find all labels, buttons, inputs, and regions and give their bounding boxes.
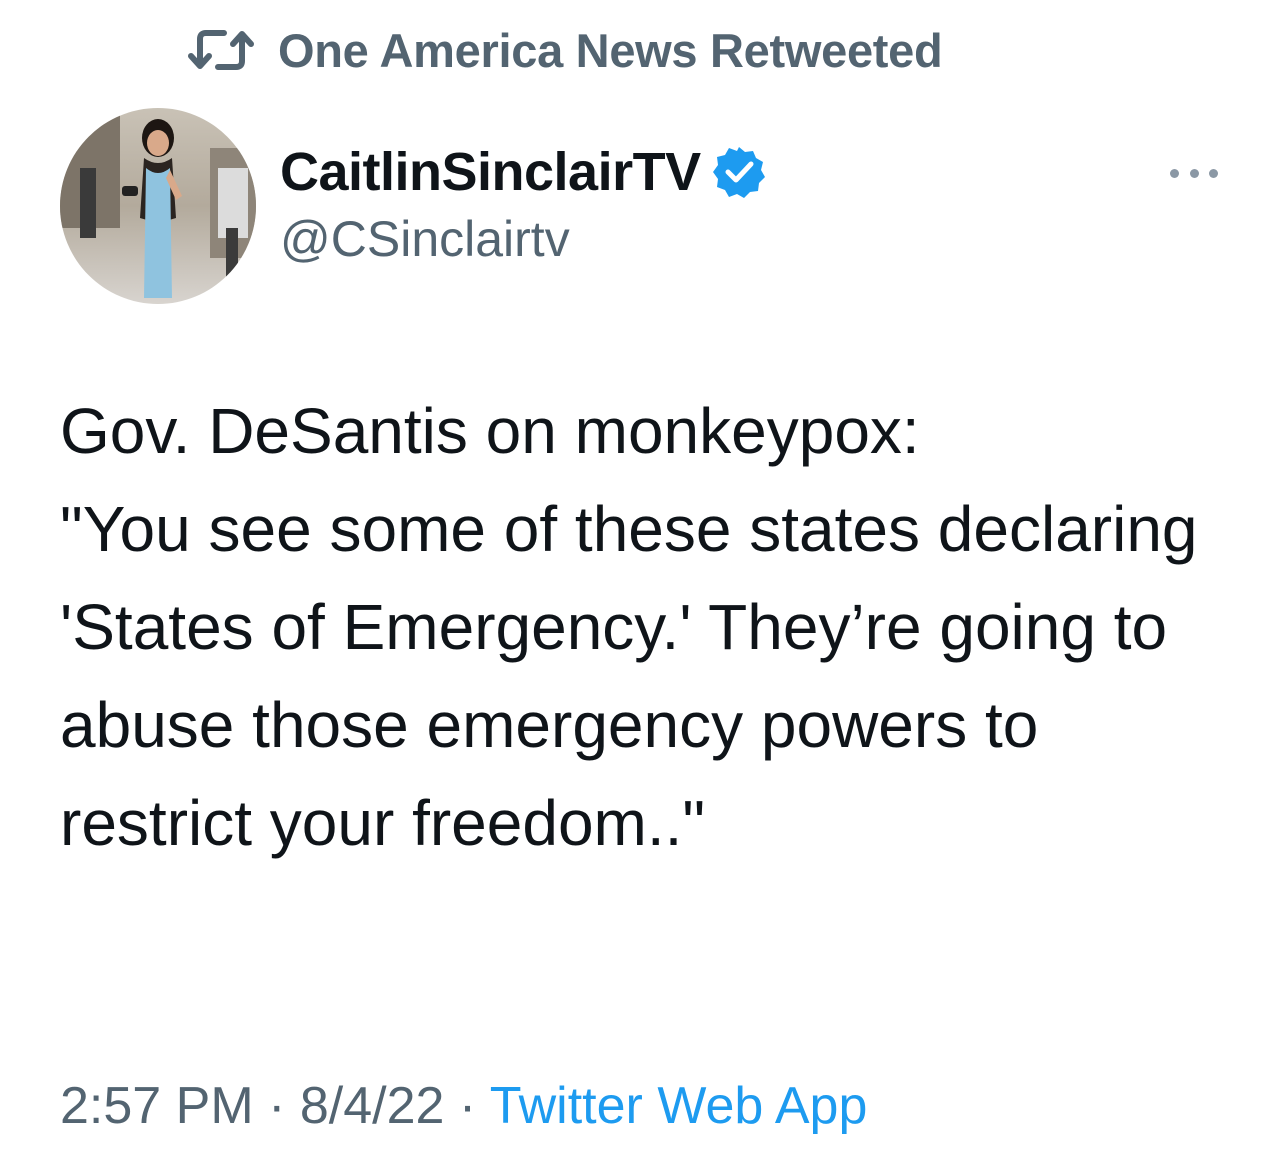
display-name-row: CaitlinSinclairTV <box>280 136 767 208</box>
more-dot <box>1170 168 1179 178</box>
handle[interactable]: @CSinclairtv <box>280 210 767 268</box>
tweet-meta: 2:57 PM · 8/4/22 · Twitter Web App <box>60 1076 867 1136</box>
tweet-source-link[interactable]: Twitter Web App <box>490 1077 868 1135</box>
display-name[interactable]: CaitlinSinclairTV <box>280 141 701 203</box>
tweet-text-line1: Gov. DeSantis on monkeypox: <box>60 395 920 467</box>
more-dot <box>1209 168 1218 178</box>
tweet-text: Gov. DeSantis on monkeypox: "You see som… <box>60 382 1240 872</box>
tweet-date[interactable]: 8/4/22 <box>300 1077 445 1135</box>
avatar[interactable] <box>60 108 256 304</box>
meta-separator: · <box>444 1077 490 1135</box>
retweet-context[interactable]: One America News Retweeted <box>188 22 943 78</box>
tweet-text-quote: "You see some of these states declaring … <box>60 493 1198 859</box>
meta-separator: · <box>253 1077 300 1135</box>
retweet-label: One America News Retweeted <box>278 23 943 77</box>
verified-badge-icon <box>711 144 767 200</box>
tweet-card: One America News Retweeted CaitlinSincla… <box>0 0 1280 1174</box>
more-dot <box>1189 168 1199 178</box>
author-block: CaitlinSinclairTV @CSinclairtv <box>280 136 767 268</box>
more-options-icon[interactable] <box>1170 158 1218 188</box>
tweet-time[interactable]: 2:57 PM <box>60 1077 254 1135</box>
retweet-icon <box>188 27 254 73</box>
